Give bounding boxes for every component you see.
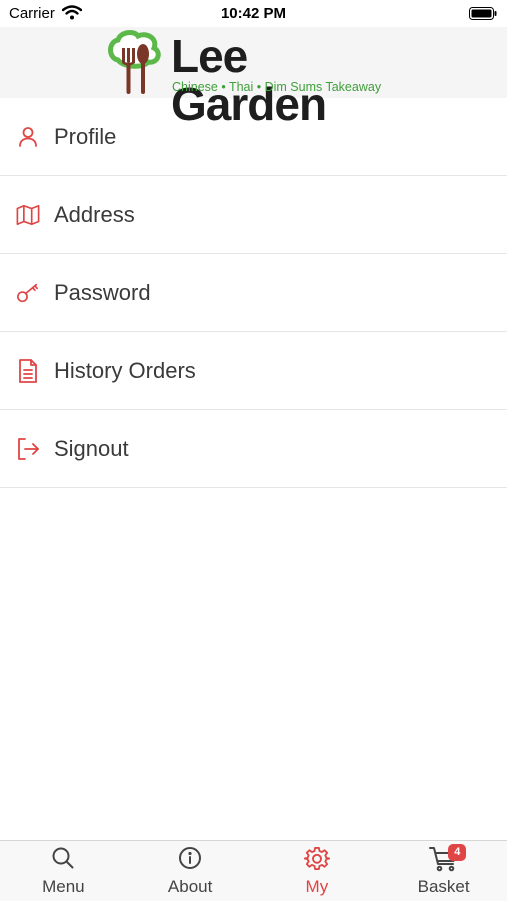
battery-icon [469,7,497,24]
cart-icon [380,846,507,872]
tab-label: Basket [417,877,470,896]
menu-item-profile[interactable]: Profile [0,98,507,176]
tab-basket[interactable]: 4 Basket [380,841,507,901]
menu-item-password[interactable]: Password [0,254,507,332]
search-icon [0,846,127,872]
sign-out-icon [16,437,40,461]
menu-item-label: Profile [54,123,117,149]
menu-item-address[interactable]: Address [0,176,507,254]
lee-garden-logo: Lee Garden Chinese • Thai • Dim Sums Tak… [106,30,406,128]
gear-icon [254,846,381,872]
tab-about[interactable]: About [127,841,254,901]
tab-bar: Menu About My 4 Basket [0,840,507,901]
brand-tagline: Chinese • Thai • Dim Sums Takeaway [172,80,382,94]
account-menu: Profile Address Password History Orders … [0,98,507,488]
menu-item-label: Address [54,201,135,227]
status-bar: Carrier 10:42 PM [0,0,507,27]
info-icon [127,846,254,872]
menu-item-label: History Orders [54,357,196,383]
tab-menu[interactable]: Menu [0,841,127,901]
tab-label: About [167,877,213,896]
tree-cutlery-logo-icon [108,30,161,94]
document-icon [16,358,40,383]
tab-label: My [305,877,329,896]
clock: 10:42 PM [220,5,287,22]
basket-count-badge: 4 [448,844,467,861]
app-header: Lee Garden Chinese • Thai • Dim Sums Tak… [0,27,507,128]
map-icon [16,203,40,227]
user-icon [16,125,40,149]
tab-my[interactable]: My [254,841,381,901]
menu-item-history-orders[interactable]: History Orders [0,332,507,410]
tab-label: Menu [42,877,85,896]
menu-item-signout[interactable]: Signout [0,410,507,488]
key-icon [16,281,40,305]
menu-item-label: Password [54,279,151,305]
menu-item-label: Signout [54,435,129,461]
